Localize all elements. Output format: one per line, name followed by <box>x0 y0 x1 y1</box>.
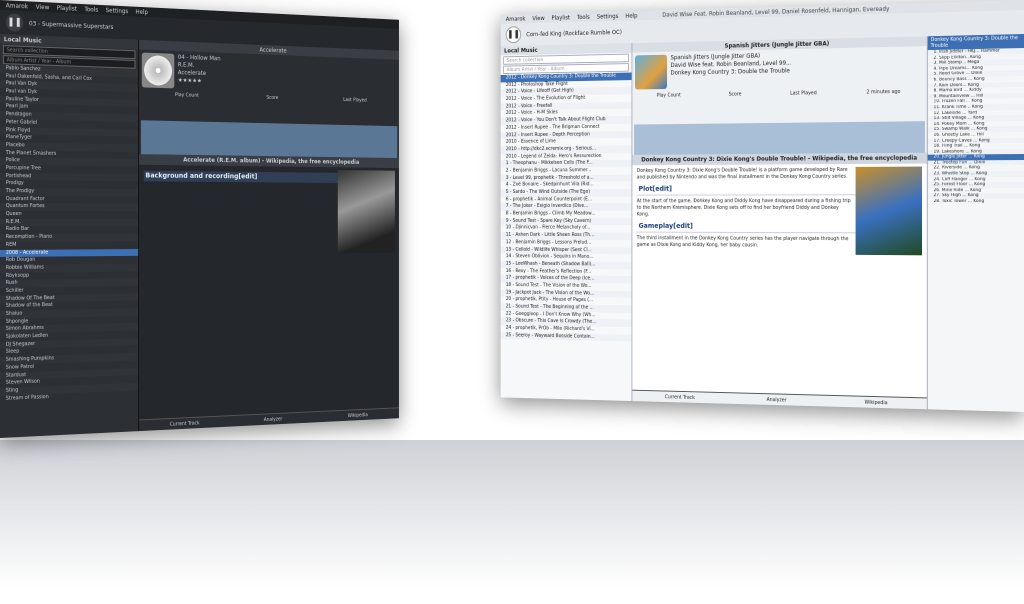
wikipedia-applet: Donkey Kong Country 3: Dixie Kong's Doub… <box>632 163 927 398</box>
menu-settings[interactable]: Settings <box>106 7 129 15</box>
main-area: Local Music Search collection Album Arti… <box>0 34 399 438</box>
menu-help[interactable]: Help <box>625 12 637 19</box>
list-item[interactable]: Queen <box>0 211 138 219</box>
stat-play-count: Play Count <box>656 92 681 99</box>
list-item[interactable]: 7 - The Joker - Exigio Inverdico (Dive..… <box>500 203 632 211</box>
menu-view[interactable]: View <box>36 3 50 11</box>
menu-playlist[interactable]: Playlist <box>552 14 570 21</box>
album-art-image <box>337 170 395 254</box>
game-box-image <box>855 166 923 256</box>
list-item[interactable]: 6 - prophetik - Animal Counterpoint (E..… <box>501 196 632 203</box>
album-cover <box>141 52 175 89</box>
track-album: Donkey Kong Country 3: Double the Troubl… <box>670 67 790 77</box>
amarok-dark-window: Amarok View Playlist Tools Settings Help… <box>0 0 399 438</box>
menu-settings[interactable]: Settings <box>597 13 619 20</box>
album-list: 2012 - Donkey Kong Country 3: Double the… <box>500 72 632 342</box>
reflection <box>0 440 1024 604</box>
menu-amarok[interactable]: Amarok <box>6 2 28 10</box>
stat-score: Score <box>728 91 742 98</box>
playlist: 1. Irish Jiddler - HKJ... Hammer 2. Slipp… <box>927 48 1024 205</box>
stat-play-count: Play Count <box>174 92 199 99</box>
tab-analyzer[interactable]: Analyzer <box>728 393 826 406</box>
now-playing-title: Corn-fed King (Rockface Rumble OC) <box>526 28 622 38</box>
playlist-row[interactable]: 28. Toxic Tower ... Kong <box>928 199 1024 205</box>
menu-tools[interactable]: Tools <box>577 14 590 21</box>
stat-last-played: Last Played <box>343 97 367 104</box>
playlist-panel: Donkey Kong Country 3: Double the Troubl… <box>926 34 1024 412</box>
stat-score: Score <box>266 94 279 101</box>
current-track: Spanish Jitters (Jungle Jitter GBA) Davi… <box>632 46 926 92</box>
context-panel: Spanish Jitters (Jungle Jitter GBA) Span… <box>632 36 927 410</box>
collection-panel: Local Music Search collection Album Arti… <box>500 43 633 402</box>
list-item[interactable]: 25 - Seeroy - Wayward Bosside Contain... <box>500 332 632 342</box>
last-played-value: 2 minutes ago <box>866 88 901 96</box>
menu-help[interactable]: Help <box>136 8 148 15</box>
menu-tools[interactable]: Tools <box>84 6 98 14</box>
pause-icon[interactable]: ❚❚ <box>505 26 522 44</box>
main-area: Local Music Search collection Album Arti… <box>500 34 1024 412</box>
tab-current-track[interactable]: Current Track <box>632 391 727 404</box>
menu-view[interactable]: View <box>532 15 544 22</box>
analyzer <box>634 95 925 155</box>
collection-panel: Local Music Search collection Album Arti… <box>0 34 140 438</box>
artist-list: Pablo Sanchez Paul Oakenfold, Sasha, and … <box>0 65 139 403</box>
pause-icon[interactable]: ❚❚ <box>5 13 24 32</box>
amarok-light-window: Amarok View Playlist Tools Settings Help… <box>500 0 1024 412</box>
stat-last-played: Last Played <box>790 90 817 97</box>
menu-amarok[interactable]: Amarok <box>506 15 526 22</box>
rating-icon[interactable]: ★★★★★ <box>178 77 221 86</box>
analyzer <box>140 97 398 159</box>
wikipedia-applet: Background and recording[edit] <box>139 164 399 420</box>
tab-wikipedia[interactable]: Wikipedia <box>826 396 927 410</box>
scene: Amarok View Playlist Tools Settings Help… <box>0 0 1024 604</box>
menu-playlist[interactable]: Playlist <box>57 4 77 12</box>
list-item[interactable]: 8 - Benjamin Briggs - Climb My Meadow... <box>501 211 632 218</box>
context-panel: Accelerate 04 - Hollow Man R.E.M. Accele… <box>139 39 399 432</box>
album-cover <box>635 54 667 90</box>
